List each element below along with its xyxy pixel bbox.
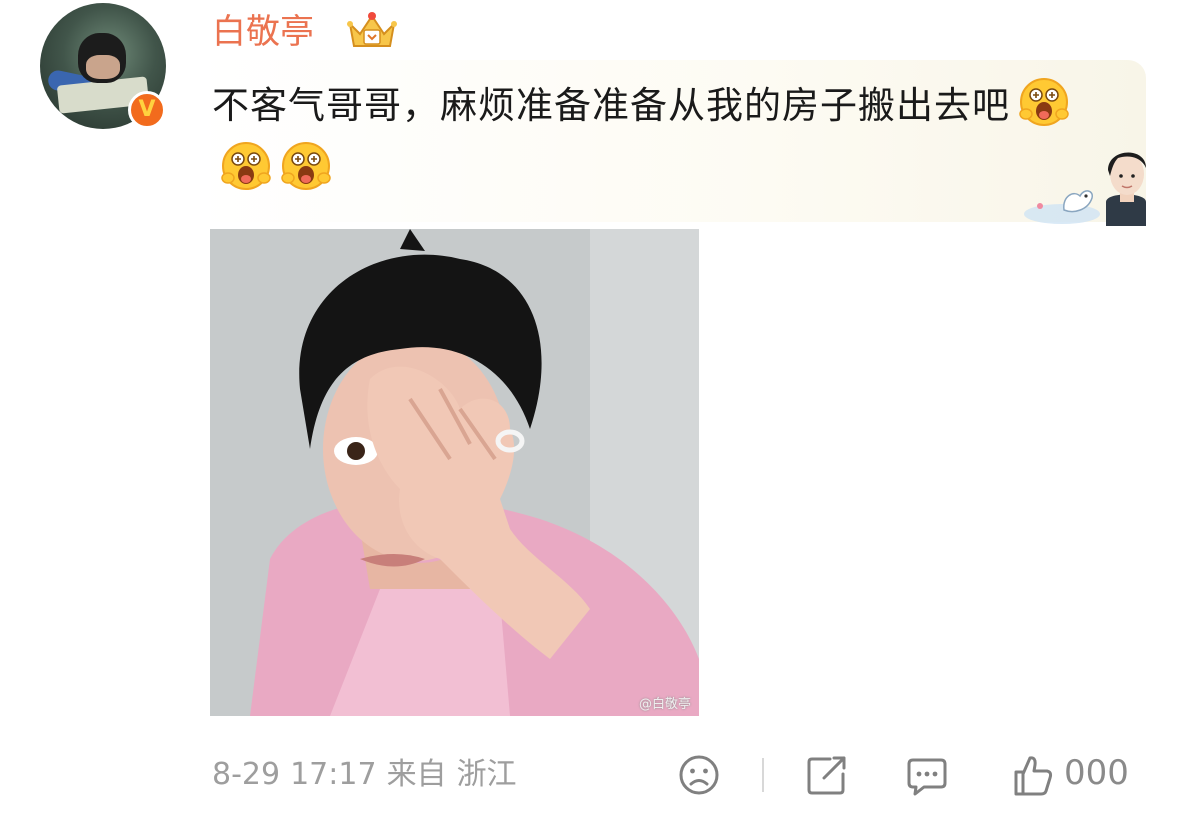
shocked-face-emoji <box>1019 78 1069 126</box>
shocked-face-emoji <box>281 142 331 190</box>
photo-watermark: @白敬亭 <box>638 697 691 712</box>
comment-time: 17:17 <box>290 757 377 792</box>
action-divider <box>762 758 764 792</box>
shocked-face-emoji <box>221 142 271 190</box>
comment-text: 不客气哥哥，麻烦准备准备从我的房子搬出去吧 <box>212 74 1112 202</box>
like-count: 000 <box>1064 753 1129 793</box>
comment-sticker-icon <box>1024 152 1146 226</box>
crown-badge-icon <box>347 12 397 47</box>
comment-body: 不客气哥哥，麻烦准备准备从我的房子搬出去吧 <box>212 84 1010 127</box>
comment-meta: 8-29 17:17 来自 浙江 <box>212 752 527 798</box>
share-icon[interactable] <box>804 752 850 798</box>
frown-reaction-icon[interactable] <box>676 752 722 798</box>
photo-image <box>210 229 699 716</box>
comment-icon[interactable] <box>904 752 950 798</box>
comment-date: 8-29 <box>212 757 281 792</box>
source-prefix: 来自 <box>386 757 447 792</box>
username-link[interactable]: 白敬亭 <box>212 8 314 56</box>
comment-location: 浙江 <box>456 757 517 792</box>
verified-badge-icon: V <box>128 91 166 129</box>
user-avatar[interactable]: V <box>40 3 168 131</box>
comment-photo[interactable]: @白敬亭 <box>210 229 699 716</box>
like-icon[interactable] <box>1010 752 1056 798</box>
